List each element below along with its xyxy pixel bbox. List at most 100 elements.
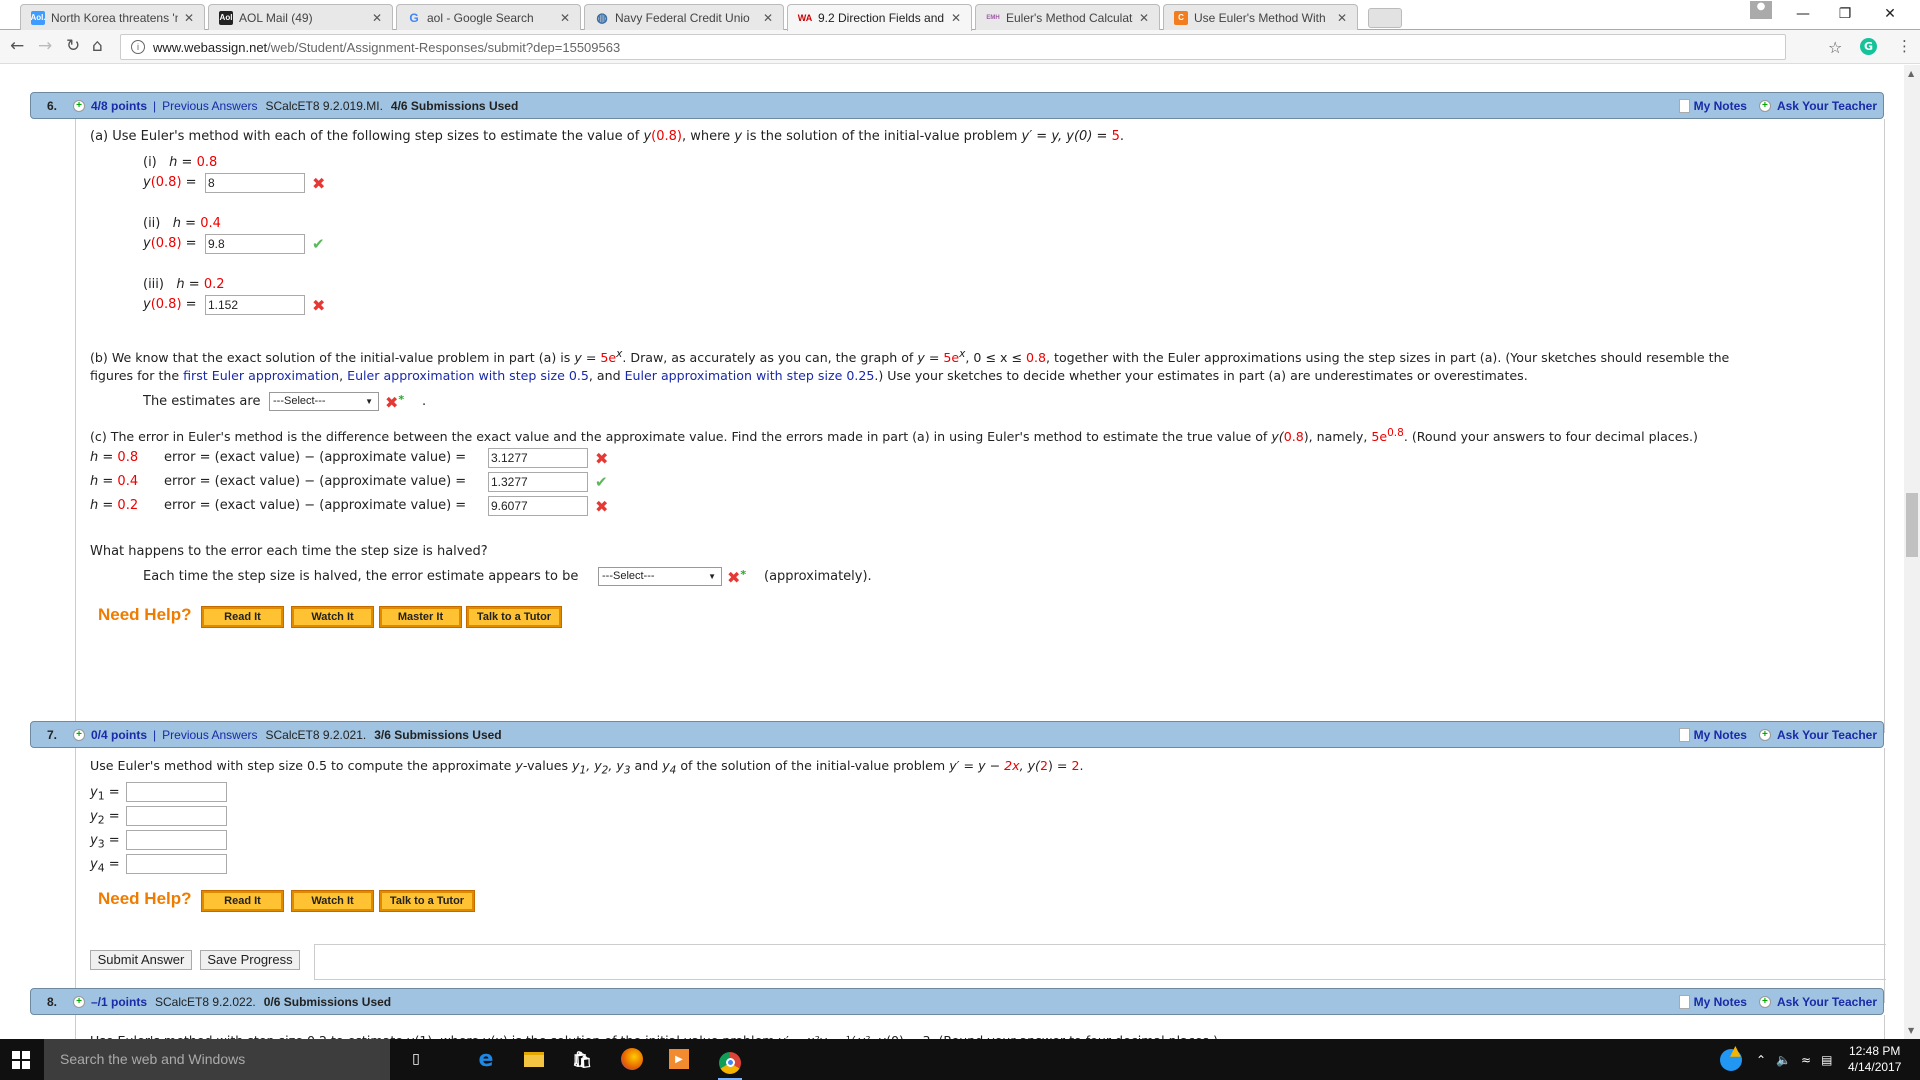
back-icon[interactable]: ← [10,36,24,56]
task-view-icon[interactable]: ▯ [404,1047,428,1071]
my-notes-link[interactable]: My Notes [1694,728,1747,742]
new-tab-button[interactable] [1368,8,1402,28]
wifi-icon[interactable]: ≈ [1801,1053,1811,1067]
notes-icon[interactable] [1678,727,1690,742]
tab-navy-federal[interactable]: ◍ Navy Federal Credit Unio ✕ [584,4,784,30]
first-euler-link[interactable]: first Euler approximation [183,368,339,383]
estimates-select[interactable]: ---Select--- ▼ [269,392,379,411]
y1-input[interactable] [126,782,227,802]
page-content: 6. + 4/8 points | Previous Answers SCalc… [0,65,1904,1039]
tab-euler-calculator[interactable]: EMH Euler's Method Calculato ✕ [975,4,1160,30]
euler-step-05-link[interactable]: Euler approximation with step size 0.5 [347,368,589,383]
my-notes-link[interactable]: My Notes [1694,995,1747,1009]
question-number: 7. [46,727,57,742]
ask-plus-icon[interactable]: + [1758,728,1771,741]
media-player-icon[interactable]: ▶ [667,1047,691,1071]
scroll-up-icon[interactable]: ▲ [1908,69,1914,78]
scrollbar-thumb[interactable] [1906,493,1918,557]
close-window-button[interactable]: ✕ [1875,0,1905,28]
euler-step-025-link[interactable]: Euler approximation with step size 0.25 [625,368,875,383]
close-tab-icon[interactable]: ✕ [560,11,570,25]
error-input-h02[interactable]: 9.6077 [488,496,588,516]
ask-teacher-link[interactable]: Ask Your Teacher [1777,728,1877,742]
firefox-icon[interactable] [620,1047,644,1071]
info-icon[interactable]: i [131,40,145,54]
answer-input-ii[interactable]: 9.8 [205,234,305,254]
profile-icon[interactable]: ● [1750,1,1772,19]
edge-icon[interactable]: e [474,1047,498,1072]
watch-it-button[interactable]: Watch It [291,606,374,628]
close-tab-icon[interactable]: ✕ [1139,11,1149,25]
close-tab-icon[interactable]: ✕ [951,11,961,25]
taskbar-search[interactable]: Search the web and Windows [44,1039,390,1080]
question-6-header: 6. + 4/8 points | Previous Answers SCalc… [30,92,1884,119]
close-tab-icon[interactable]: ✕ [763,11,773,25]
home-icon[interactable]: ⌂ [92,36,103,56]
bookmark-star-icon[interactable]: ☆ [1828,38,1842,57]
address-bar[interactable]: i www.webassign.net/web/Student/Assignme… [120,34,1786,60]
read-it-button[interactable]: Read It [201,606,284,628]
ask-plus-icon[interactable]: + [1758,995,1771,1008]
minimize-button[interactable]: — [1788,0,1818,28]
chegg-icon: C [1174,10,1188,25]
file-explorer-icon[interactable] [522,1047,546,1071]
master-it-button[interactable]: Master It [379,606,462,628]
error-input-h04[interactable]: 1.3277 [488,472,588,492]
my-notes-link[interactable]: My Notes [1694,99,1747,113]
save-progress-button[interactable]: Save Progress [200,950,300,970]
expand-plus-icon[interactable]: + [73,99,85,112]
forward-icon[interactable]: → [38,36,52,56]
page-scrollbar[interactable]: ▲ ▼ [1904,65,1920,1039]
close-tab-icon[interactable]: ✕ [1337,11,1347,25]
talk-to-tutor-button[interactable]: Talk to a Tutor [379,890,475,912]
restore-button[interactable]: ❐ [1830,0,1860,28]
expand-plus-icon[interactable]: + [73,995,85,1008]
notifications-icon[interactable]: ▤ [1821,1053,1832,1067]
incorrect-x-icon: ✖* [727,568,747,587]
tab-google-search[interactable]: G aol - Google Search ✕ [396,4,581,30]
notes-icon[interactable] [1678,98,1690,113]
ask-teacher-link[interactable]: Ask Your Teacher [1777,995,1877,1009]
tab-aol-mail[interactable]: Aol AOL Mail (49) ✕ [208,4,393,30]
close-tab-icon[interactable]: ✕ [184,11,194,25]
url-path: /web/Student/Assignment-Responses/submit… [267,39,621,55]
error-input-h08[interactable]: 3.1277 [488,448,588,468]
y2-input[interactable] [126,806,227,826]
notes-icon[interactable] [1678,994,1690,1009]
talk-to-tutor-button[interactable]: Talk to a Tutor [466,606,562,628]
trailing-period: . [422,394,427,409]
volume-icon[interactable]: 🔈 [1776,1053,1791,1067]
approximately-label: (approximately). [764,569,872,584]
expand-plus-icon[interactable]: + [73,728,85,741]
ask-plus-icon[interactable]: + [1758,99,1771,112]
watch-it-button[interactable]: Watch It [291,890,374,912]
tab-chegg[interactable]: C Use Euler's Method With ✕ [1163,4,1358,30]
webassign-icon: WA [797,13,813,23]
system-clock[interactable]: 12:48 PM 4/14/2017 [1848,1043,1901,1075]
previous-answers-link[interactable]: Previous Answers [162,99,257,113]
y3-input[interactable] [126,830,227,850]
update-warning-icon[interactable]: ▲ [1720,1043,1742,1071]
tab-north-korea[interactable]: Aol. North Korea threatens 'n ✕ [20,4,205,30]
previous-answers-link[interactable]: Previous Answers [162,728,257,742]
halved-question: What happens to the error each time the … [90,544,488,559]
system-tray: ▲ ⌃ 🔈 ≈ ▤ [1720,1039,1832,1080]
halved-select[interactable]: ---Select--- ▼ [598,567,722,586]
scroll-down-icon[interactable]: ▼ [1908,1026,1914,1035]
answer-input-iii[interactable]: 1.152 [205,295,305,315]
store-icon[interactable]: 🛍 [570,1047,594,1071]
chrome-icon[interactable] [718,1047,742,1080]
question-number: 8. [46,994,57,1009]
windows-start-icon[interactable] [12,1051,30,1069]
menu-dots-icon[interactable]: ⋮ [1897,37,1912,55]
answer-input-i[interactable]: 8 [205,173,305,193]
reload-icon[interactable]: ↻ [66,36,80,56]
grammarly-icon[interactable]: G [1860,38,1877,55]
read-it-button[interactable]: Read It [201,890,284,912]
show-hidden-icons[interactable]: ⌃ [1756,1053,1766,1067]
close-tab-icon[interactable]: ✕ [372,11,382,25]
ask-teacher-link[interactable]: Ask Your Teacher [1777,99,1877,113]
y4-input[interactable] [126,854,227,874]
tab-webassign[interactable]: WA 9.2 Direction Fields and E ✕ [787,4,972,31]
submit-answer-button[interactable]: Submit Answer [90,950,192,970]
